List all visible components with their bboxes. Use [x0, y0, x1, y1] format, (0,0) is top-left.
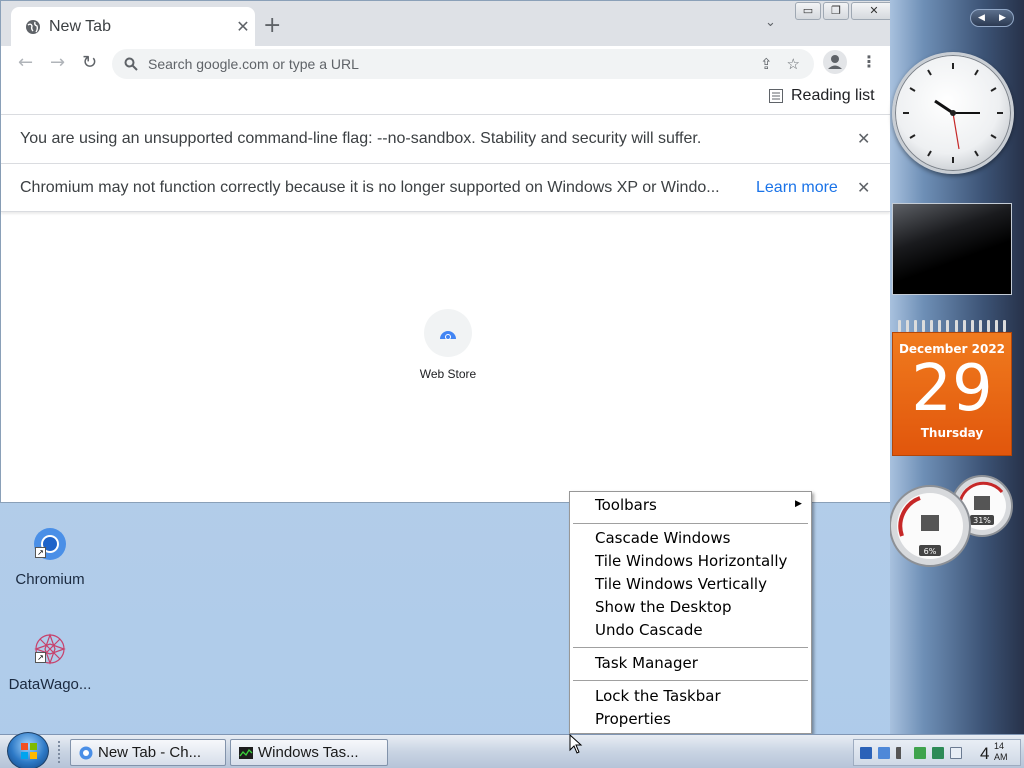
second-hand	[952, 112, 960, 150]
shortcut-arrow-icon: ↗	[35, 652, 46, 663]
tab-search-icon[interactable]: ⌄	[765, 15, 776, 30]
calendar-gadget[interactable]: December 2022 29 Thursday	[892, 320, 1012, 458]
back-icon[interactable]: ←	[18, 52, 33, 73]
person-icon	[828, 55, 842, 69]
calendar-weekday: Thursday	[920, 426, 984, 440]
clock-ampm: AM	[994, 752, 1008, 762]
forward-icon[interactable]: →	[50, 52, 65, 73]
menu-item-cascade-windows[interactable]: Cascade Windows	[595, 527, 730, 549]
menu-item-toolbars[interactable]: Toolbars	[595, 494, 657, 516]
calendar-page: December 2022 29 Thursday	[892, 332, 1012, 456]
omnibox-placeholder[interactable]: Search google.com or type a URL	[148, 56, 760, 72]
globe-icon	[26, 19, 40, 34]
infobar-close-icon[interactable]: ✕	[857, 129, 870, 149]
menu-item-lock-taskbar[interactable]: Lock the Taskbar	[595, 685, 721, 707]
action-center-icon[interactable]	[950, 746, 962, 759]
bookmarks-bar: Reading list	[1, 82, 890, 114]
windows-logo-icon	[21, 743, 37, 759]
clock-hour: 4	[980, 744, 990, 763]
clock-face	[903, 63, 1003, 163]
taskbar-clock[interactable]: 4 14 AM	[980, 741, 1008, 764]
cpu-meter-gadget[interactable]: 31% 6%	[889, 474, 1020, 574]
show-desktop-icon[interactable]	[860, 746, 872, 759]
cpu-meter-value: 6%	[924, 547, 937, 556]
taskbar-button-task-manager[interactable]: Windows Tas...	[230, 739, 388, 766]
menu-item-tile-horizontally[interactable]: Tile Windows Horizontally	[595, 550, 787, 572]
menu-separator	[573, 680, 808, 681]
learn-more-link[interactable]: Learn more	[756, 179, 838, 197]
reload-icon[interactable]: ↻	[82, 52, 97, 73]
menu-icon[interactable]: ⋮	[861, 52, 877, 71]
web-store-icon	[440, 331, 456, 340]
menu-item-task-manager[interactable]: Task Manager	[595, 652, 698, 674]
shortcut-tile	[424, 309, 472, 357]
infobar-unsupported-os: Chromium may not function correctly beca…	[1, 163, 890, 212]
new-tab-button[interactable]: +	[263, 13, 281, 38]
desktop-icon-datawagon[interactable]: ↗ DataWago...	[2, 632, 98, 693]
system-tray: 4 14 AM	[853, 739, 1021, 766]
menu-item-tile-vertically[interactable]: Tile Windows Vertically	[595, 573, 767, 595]
minimize-button[interactable]: ▭	[795, 2, 821, 20]
slideshow-gadget[interactable]	[892, 203, 1012, 295]
bookmark-star-icon[interactable]: ☆	[787, 55, 800, 73]
security-icon[interactable]	[932, 746, 944, 759]
window-controls: ▭ ❐ ✕	[795, 2, 899, 20]
infobar-text: You are using an unsupported command-lin…	[20, 130, 702, 147]
taskbar-button-label: New Tab - Ch...	[98, 744, 202, 761]
shortcut-label: Web Store	[419, 367, 477, 381]
mouse-cursor-icon	[569, 734, 583, 754]
volume-icon[interactable]	[896, 746, 908, 759]
clock-gadget[interactable]	[892, 52, 1014, 174]
sidebar-nav-arrows[interactable]: ◀ ▶	[970, 9, 1014, 27]
browser-window: New Tab ✕ + ⌄ ▭ ❐ ✕ ← → ↻ Search google.…	[0, 0, 897, 503]
taskbar[interactable]: New Tab - Ch... Windows Tas... 4 14 AM	[0, 732, 1024, 768]
infobar-sandbox: You are using an unsupported command-lin…	[1, 114, 890, 163]
tab-close-icon[interactable]: ✕	[231, 17, 255, 36]
taskbar-button-chromium[interactable]: New Tab - Ch...	[70, 739, 226, 766]
profile-avatar-icon[interactable]	[823, 50, 847, 74]
sidebar-next-icon[interactable]: ▶	[999, 13, 1006, 23]
infobar-text: Chromium may not function correctly beca…	[20, 178, 720, 196]
hour-hand	[934, 99, 954, 115]
memory-meter-value: 31%	[973, 516, 991, 525]
menu-item-show-desktop[interactable]: Show the Desktop	[595, 596, 732, 618]
desktop-icon-label: DataWago...	[8, 676, 92, 693]
new-tab-page: Web Store	[1, 212, 890, 500]
tab-new-tab[interactable]: New Tab ✕	[11, 7, 255, 46]
task-manager-icon	[239, 746, 253, 759]
network-icon[interactable]	[878, 746, 890, 759]
taskbar-grip[interactable]	[58, 741, 64, 763]
omnibox[interactable]: Search google.com or type a URL ⇪ ☆	[112, 49, 814, 79]
meter-dials: 31% 6%	[889, 475, 1013, 567]
menu-separator	[573, 523, 808, 524]
calendar-day: 29	[911, 352, 993, 426]
taskbar-context-menu: Toolbars ▶ Cascade Windows Tile Windows …	[569, 491, 812, 734]
search-icon	[124, 57, 138, 71]
menu-item-undo-cascade[interactable]: Undo Cascade	[595, 619, 703, 641]
sidebar-prev-icon[interactable]: ◀	[978, 13, 985, 23]
calendar-rings	[892, 320, 1012, 332]
reading-list-icon	[769, 89, 783, 103]
safely-remove-icon[interactable]	[914, 746, 926, 759]
menu-separator	[573, 647, 808, 648]
desktop-icon-label: Chromium	[15, 571, 85, 588]
clock-minute: 14	[994, 741, 1005, 751]
menu-item-properties[interactable]: Properties	[595, 708, 671, 730]
maximize-button[interactable]: ❐	[823, 2, 849, 20]
windows-sidebar: ◀ ▶ December 2022 29 Thursday 31% 6%	[889, 0, 1024, 734]
start-button[interactable]	[7, 732, 49, 768]
submenu-arrow-icon: ▶	[795, 499, 802, 509]
reading-list-button[interactable]: Reading list	[769, 87, 875, 105]
tab-strip: New Tab ✕ + ⌄ ▭ ❐ ✕	[1, 1, 897, 46]
shortcut-arrow-icon: ↗	[35, 547, 46, 558]
shortcut-web-store[interactable]: Web Store	[406, 309, 490, 381]
tab-title: New Tab	[49, 17, 111, 35]
desktop-icon-chromium[interactable]: ↗ Chromium	[2, 527, 98, 588]
reading-list-label: Reading list	[791, 87, 875, 104]
taskbar-button-label: Windows Tas...	[258, 744, 359, 761]
infobar-close-icon[interactable]: ✕	[857, 178, 870, 198]
share-icon[interactable]: ⇪	[760, 55, 773, 73]
chromium-icon	[79, 746, 93, 759]
browser-toolbar: ← → ↻ Search google.com or type a URL ⇪ …	[1, 46, 890, 82]
